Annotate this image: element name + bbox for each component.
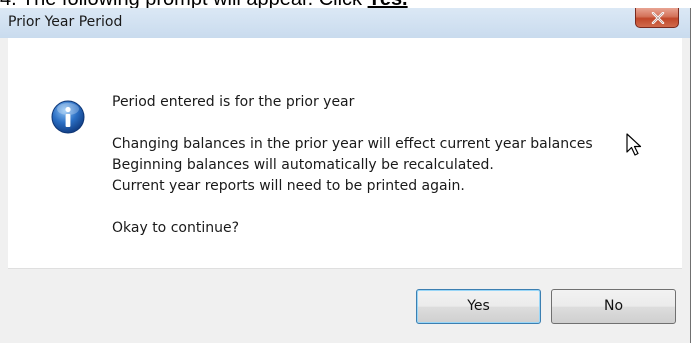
mouse-cursor-icon — [626, 133, 642, 156]
message-line-4: Current year reports will need to be pri… — [112, 178, 465, 194]
message-line-2: Changing balances in the prior year will… — [112, 136, 593, 152]
info-icon — [51, 100, 85, 134]
close-icon — [651, 12, 665, 24]
page: 4. The following prompt will appear. Cli… — [0, 0, 692, 343]
message-line-1: Period entered is for the prior year — [112, 94, 355, 110]
button-bar: Yes No — [8, 268, 682, 343]
no-button[interactable]: No — [551, 289, 676, 324]
title-bar[interactable]: Prior Year Period — [0, 8, 690, 38]
message-line-5: Okay to continue? — [112, 220, 240, 236]
message-line-3: Beginning balances will automatically be… — [112, 157, 494, 173]
dialog-title: Prior Year Period — [8, 14, 123, 30]
yes-button[interactable]: Yes — [416, 289, 541, 324]
message-area: Period entered is for the prior year Cha… — [8, 38, 682, 268]
close-button[interactable] — [635, 8, 679, 28]
prior-year-period-dialog: Prior Year Period Period entered is for … — [0, 8, 691, 343]
